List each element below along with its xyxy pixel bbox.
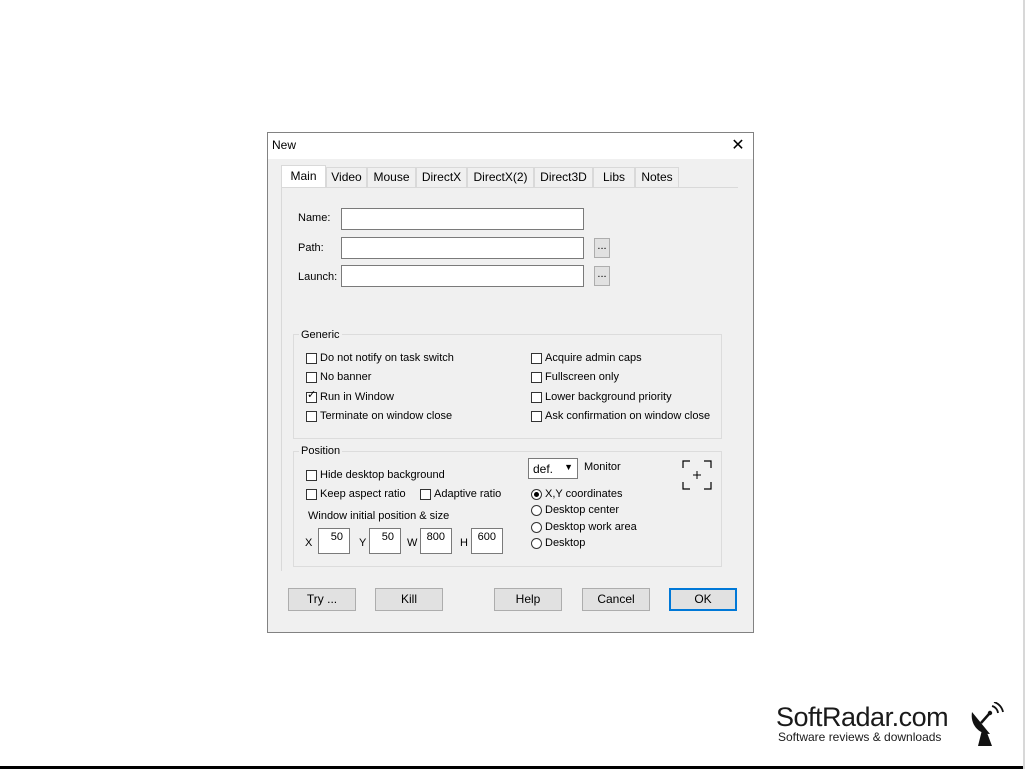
tab-notes[interactable]: Notes	[635, 167, 679, 187]
radio-label: Desktop	[545, 537, 586, 549]
position-group-title: Position	[299, 445, 343, 457]
tab-panel-edge	[281, 187, 282, 571]
watermark-tagline: Software reviews & downloads	[778, 730, 942, 744]
checkbox-label: Do not notify on task switch	[320, 352, 454, 364]
tab-direct3d[interactable]: Direct3D	[534, 167, 593, 187]
launch-field[interactable]	[341, 265, 584, 287]
checkbox-adaptive-ratio[interactable]: Adaptive ratio	[420, 486, 501, 502]
checkbox-box[interactable]	[531, 352, 542, 364]
x-field[interactable]: 50	[318, 528, 350, 554]
radio-circle[interactable]	[531, 504, 542, 516]
checkbox-box[interactable]	[306, 488, 317, 500]
tab-divider	[281, 187, 738, 188]
checkbox-terminate-on-close[interactable]: Terminate on window close	[306, 408, 452, 424]
checkbox-lower-priority[interactable]: Lower background priority	[531, 389, 672, 405]
checkbox-box[interactable]	[306, 469, 317, 481]
path-input[interactable]	[342, 238, 583, 258]
radio-desktop[interactable]: Desktop	[531, 535, 585, 551]
radio-xy-coordinates[interactable]: X,Y coordinates	[531, 486, 622, 502]
chevron-down-icon: ▼	[564, 462, 573, 472]
try-button[interactable]: Try ...	[288, 588, 356, 611]
softradar-watermark: SoftRadar.com Software reviews & downloa…	[776, 702, 1006, 747]
radio-label: Desktop center	[545, 504, 619, 516]
checkbox-box[interactable]: ✓	[306, 388, 317, 403]
checkbox-acquire-admin[interactable]: Acquire admin caps	[531, 350, 642, 366]
checkbox-run-in-window[interactable]: ✓ Run in Window	[306, 389, 394, 405]
y-field[interactable]: 50	[369, 528, 401, 554]
checkbox-label: No banner	[320, 371, 372, 383]
checkbox-box[interactable]	[531, 410, 542, 422]
checkbox-box[interactable]	[531, 371, 542, 383]
checkbox-box[interactable]	[306, 352, 317, 364]
radio-circle[interactable]	[531, 488, 542, 500]
name-field[interactable]	[341, 208, 584, 230]
launch-browse-button[interactable]: ...	[594, 266, 610, 286]
checkbox-label: Adaptive ratio	[434, 488, 502, 500]
checkbox-label: Lower background priority	[545, 391, 672, 403]
checkbox-box[interactable]	[306, 371, 317, 383]
watermark-name: SoftRadar.com	[776, 702, 949, 732]
checkbox-label: Ask confirmation on window close	[545, 410, 711, 422]
checkbox-label: Acquire admin caps	[545, 352, 642, 364]
checkbox-fullscreen-only[interactable]: Fullscreen only	[531, 369, 619, 385]
monitor-select-value: def.	[533, 462, 554, 476]
radio-circle[interactable]	[531, 537, 542, 549]
tab-libs[interactable]: Libs	[593, 167, 635, 187]
tab-directx2[interactable]: DirectX(2)	[467, 167, 534, 187]
tab-video[interactable]: Video	[326, 167, 367, 187]
checkbox-box[interactable]	[531, 391, 542, 403]
y-label: Y	[359, 537, 367, 549]
h-field[interactable]: 600	[471, 528, 503, 554]
w-field[interactable]: 800	[420, 528, 452, 554]
help-button[interactable]: Help	[494, 588, 562, 611]
radio-label: X,Y coordinates	[545, 488, 623, 500]
cancel-button[interactable]: Cancel	[582, 588, 650, 611]
monitor-select[interactable]: def. ▼	[528, 458, 578, 479]
title-bar: New ✕	[268, 133, 753, 159]
dialog-title: New	[272, 138, 297, 152]
checkbox-label: Hide desktop background	[320, 469, 445, 481]
path-field[interactable]	[341, 237, 584, 259]
satellite-dish-icon	[971, 702, 1004, 746]
radio-circle[interactable]	[531, 521, 542, 533]
checkbox-hide-desktop[interactable]: Hide desktop background	[306, 467, 445, 483]
checkbox-no-banner[interactable]: No banner	[306, 369, 371, 385]
radio-label: Desktop work area	[545, 521, 637, 533]
monitor-label: Monitor	[584, 461, 621, 473]
checkbox-label: Keep aspect ratio	[320, 488, 406, 500]
tab-mouse[interactable]: Mouse	[367, 167, 416, 187]
new-dialog: New ✕ Main Video Mouse DirectX DirectX(2…	[267, 132, 754, 633]
checkbox-no-notify[interactable]: Do not notify on task switch	[306, 350, 454, 366]
window-frame-icon[interactable]	[682, 460, 712, 490]
radio-desktop-center[interactable]: Desktop center	[531, 502, 619, 518]
tab-main[interactable]: Main	[281, 165, 326, 187]
name-input[interactable]	[342, 209, 583, 229]
close-icon[interactable]: ✕	[727, 135, 749, 157]
ok-button[interactable]: OK	[669, 588, 737, 611]
checkbox-box[interactable]	[306, 410, 317, 422]
path-browse-button[interactable]: ...	[594, 238, 610, 258]
launch-input[interactable]	[342, 266, 583, 286]
initial-position-label: Window initial position & size	[308, 510, 450, 522]
h-label: H	[460, 537, 468, 549]
checkbox-keep-aspect[interactable]: Keep aspect ratio	[306, 486, 406, 502]
launch-label: Launch:	[298, 271, 338, 283]
checkbox-label: Terminate on window close	[320, 410, 453, 422]
checkmark-icon: ✓	[307, 388, 317, 401]
tab-directx[interactable]: DirectX	[416, 167, 467, 187]
checkbox-label: Fullscreen only	[545, 371, 619, 383]
checkbox-box[interactable]	[420, 488, 431, 500]
path-label: Path:	[298, 242, 324, 254]
x-label: X	[305, 537, 313, 549]
radio-desktop-work-area[interactable]: Desktop work area	[531, 519, 637, 535]
w-label: W	[407, 537, 418, 549]
kill-button[interactable]: Kill	[375, 588, 443, 611]
radio-dot	[534, 491, 539, 497]
checkbox-label: Run in Window	[320, 391, 394, 403]
checkbox-ask-confirmation[interactable]: Ask confirmation on window close	[531, 408, 710, 424]
generic-group-title: Generic	[299, 329, 342, 341]
name-label: Name:	[298, 212, 331, 224]
